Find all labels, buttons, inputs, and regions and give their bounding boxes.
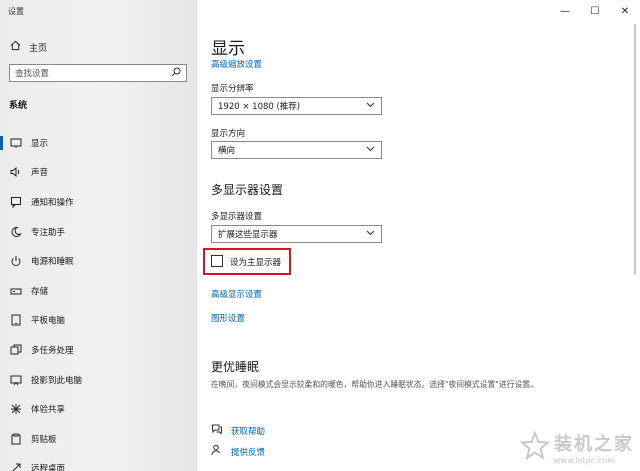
share-icon: [10, 403, 22, 415]
sidebar-item-label: 多任务处理: [31, 345, 74, 356]
home-label: 主页: [29, 43, 48, 54]
advanced-display-link[interactable]: 高级显示设置: [211, 288, 262, 300]
sidebar-item-label: 电源和睡眠: [31, 257, 74, 268]
sidebar-item-multitasking[interactable]: 多任务处理: [0, 335, 197, 365]
feedback-icon: [211, 444, 223, 459]
sidebar-item-sound[interactable]: 声音: [0, 158, 197, 188]
get-help-row[interactable]: 获取帮助: [211, 423, 265, 438]
orientation-label: 显示方向: [211, 129, 246, 139]
orientation-dropdown[interactable]: 横向: [211, 141, 382, 159]
primary-display-label[interactable]: 设为主显示器: [230, 256, 281, 268]
search-input[interactable]: 查找设置: [15, 67, 49, 79]
sleep-header: 更优睡眠: [211, 360, 260, 374]
sidebar-item-tablet[interactable]: 平板电脑: [0, 306, 197, 336]
primary-display-checkbox[interactable]: [211, 255, 223, 267]
graphics-settings-link[interactable]: 图形设置: [211, 312, 245, 324]
resolution-dropdown[interactable]: 1920 × 1080 (推荐): [211, 97, 382, 115]
sidebar-item-notifications[interactable]: 通知和操作: [0, 187, 197, 217]
sidebar-item-focus[interactable]: 专注助手: [0, 217, 197, 247]
sidebar-item-label: 专注助手: [31, 227, 66, 238]
clipboard-icon: [10, 433, 22, 445]
chevron-down-icon: [366, 101, 375, 111]
help-icon: [211, 423, 223, 438]
sidebar: 设置 主页 查找设置 系统 显示 声音 通知和操作 专注助手 电源和睡眠 存储 …: [0, 0, 197, 471]
sidebar-item-label: 声音: [31, 168, 49, 179]
sidebar-item-label: 通知和操作: [31, 197, 74, 208]
sidebar-item-remote[interactable]: 远程桌面: [0, 454, 197, 471]
multitask-icon: [10, 344, 22, 356]
sidebar-item-clipboard[interactable]: 剪贴板: [0, 424, 197, 454]
advanced-scaling-link[interactable]: 高级缩放设置: [211, 58, 262, 70]
monitor-icon: [10, 137, 22, 149]
close-button[interactable]: ✕: [610, 0, 640, 22]
page-title: 显示: [211, 39, 245, 59]
sidebar-item-project[interactable]: 投影到此电脑: [0, 365, 197, 395]
sidebar-item-label: 存储: [31, 286, 49, 297]
window-controls: — ☐ ✕: [550, 0, 640, 22]
feedback-row[interactable]: 提供反馈: [211, 444, 265, 459]
chevron-down-icon: [366, 145, 375, 155]
sidebar-item-label: 远程桌面: [31, 464, 66, 471]
window-title: 设置: [8, 7, 24, 16]
sidebar-nav: 显示 声音 通知和操作 专注助手 电源和睡眠 存储 平板电脑 多任务处理 投影到…: [0, 128, 197, 471]
project-icon: [10, 374, 22, 386]
sleep-description: 在晚间，夜间模式会显示较柔和的暖色，帮助你进入睡眠状态。选择"夜间模式设置"进行…: [211, 380, 538, 389]
sidebar-item-label: 平板电脑: [31, 316, 66, 327]
resolution-label: 显示分辨率: [211, 84, 254, 94]
sidebar-item-label: 体验共享: [31, 405, 66, 416]
sidebar-item-power[interactable]: 电源和睡眠: [0, 246, 197, 276]
minimize-button[interactable]: —: [550, 0, 580, 22]
search-box[interactable]: 查找设置: [9, 64, 187, 82]
chevron-down-icon: [366, 229, 375, 239]
orientation-value: 横向: [218, 146, 236, 156]
feedback-link[interactable]: 提供反馈: [231, 446, 265, 458]
sidebar-item-label: 剪贴板: [31, 434, 57, 445]
multi-display-label: 多显示器设置: [211, 212, 263, 222]
speaker-icon: [10, 166, 22, 178]
remote-icon: [10, 462, 22, 471]
get-help-link[interactable]: 获取帮助: [231, 425, 265, 437]
watermark-name: 装机之家: [554, 434, 634, 455]
sidebar-item-share[interactable]: 体验共享: [0, 394, 197, 424]
sidebar-item-label: 投影到此电脑: [31, 375, 83, 386]
notification-icon: [10, 196, 22, 208]
maximize-button[interactable]: ☐: [580, 0, 610, 22]
multi-display-value: 扩展这些显示器: [218, 230, 278, 240]
watermark: 装机之家 www.lotpc.com: [519, 430, 634, 465]
power-icon: [10, 255, 22, 267]
storage-icon: [10, 285, 22, 297]
sidebar-item-label: 显示: [31, 138, 49, 149]
home-icon: [10, 40, 21, 54]
sidebar-item-display[interactable]: 显示: [0, 128, 197, 158]
moon-icon: [10, 226, 22, 238]
multi-display-header: 多显示器设置: [211, 183, 284, 197]
home-link[interactable]: 主页: [10, 40, 47, 54]
watermark-url: www.lotpc.com: [554, 456, 615, 465]
search-icon[interactable]: [171, 67, 181, 80]
scrollbar[interactable]: [634, 24, 636, 274]
tablet-icon: [10, 314, 22, 326]
sidebar-item-storage[interactable]: 存储: [0, 276, 197, 306]
star-logo-icon: [519, 430, 551, 464]
section-header: 系统: [9, 101, 28, 111]
multi-display-dropdown[interactable]: 扩展这些显示器: [211, 225, 382, 243]
resolution-value: 1920 × 1080 (推荐): [218, 102, 301, 112]
